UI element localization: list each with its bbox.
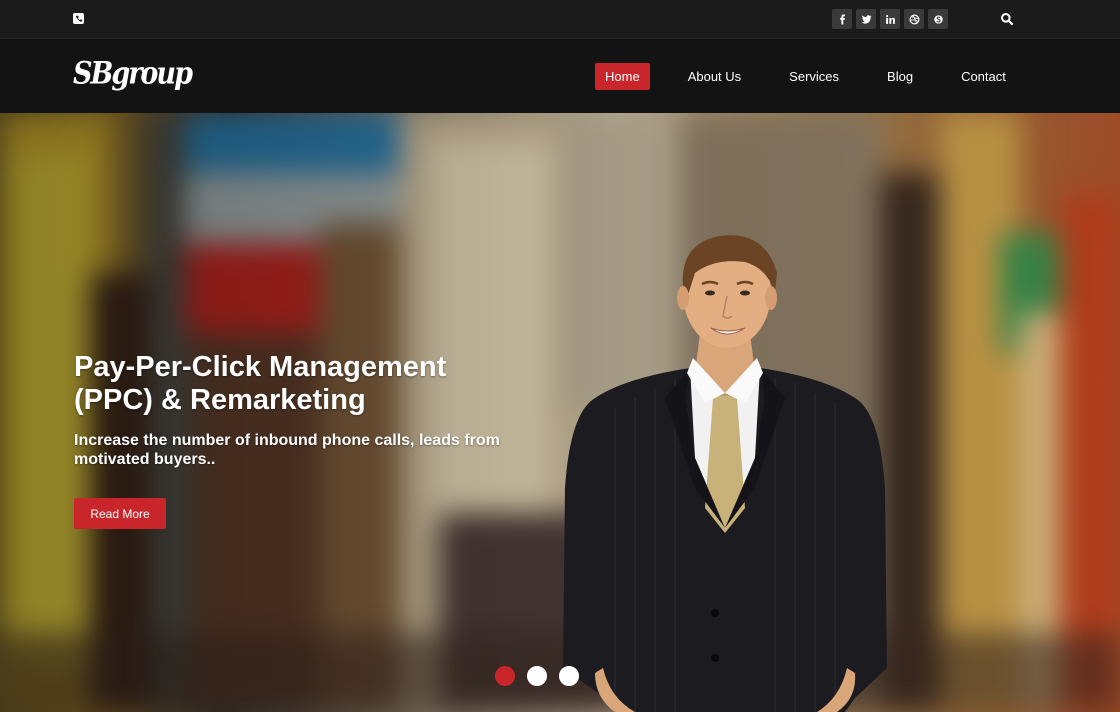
nav-item-home[interactable]: Home	[595, 63, 650, 90]
hero-title-line1: Pay-Per-Click Management	[74, 351, 447, 383]
nav-item-blog[interactable]: Blog	[877, 63, 923, 90]
facebook-icon[interactable]	[832, 9, 852, 29]
nav-menu: Home About Us Services Blog Contact	[595, 63, 1016, 90]
top-bar	[0, 0, 1120, 39]
hero-title-line2: (PPC) & Remarketing	[74, 384, 366, 416]
slider-dot-2[interactable]	[527, 666, 547, 686]
social-links	[832, 9, 948, 29]
businessman-image	[563, 235, 887, 712]
hero-subtitle-line2: motivated buyers..	[74, 451, 216, 468]
hero-subtitle-line1: Increase the number of inbound phone cal…	[74, 432, 500, 449]
hero-subtitle: Increase the number of inbound phone cal…	[74, 431, 544, 469]
slider-dot-3[interactable]	[559, 666, 579, 686]
twitter-icon[interactable]	[856, 9, 876, 29]
search-icon[interactable]	[1000, 12, 1014, 26]
site-logo[interactable]: SBgroup	[73, 56, 193, 92]
phone-icon	[73, 13, 84, 24]
linkedin-icon[interactable]	[880, 9, 900, 29]
nav-item-services[interactable]: Services	[779, 63, 849, 90]
slider-pagination	[495, 666, 579, 686]
nav-item-contact[interactable]: Contact	[951, 63, 1016, 90]
nav-item-about-us[interactable]: About Us	[678, 63, 751, 90]
main-navbar: SBgroup Home About Us Services Blog Cont…	[0, 40, 1120, 113]
slider-dot-1[interactable]	[495, 666, 515, 686]
hero-slider: Pay-Per-Click Management (PPC) & Remarke…	[0, 113, 1120, 712]
dribbble-icon[interactable]	[904, 9, 924, 29]
read-more-button[interactable]: Read More	[74, 498, 166, 529]
skype-icon[interactable]	[928, 9, 948, 29]
hero-title: Pay-Per-Click Management (PPC) & Remarke…	[74, 351, 494, 417]
